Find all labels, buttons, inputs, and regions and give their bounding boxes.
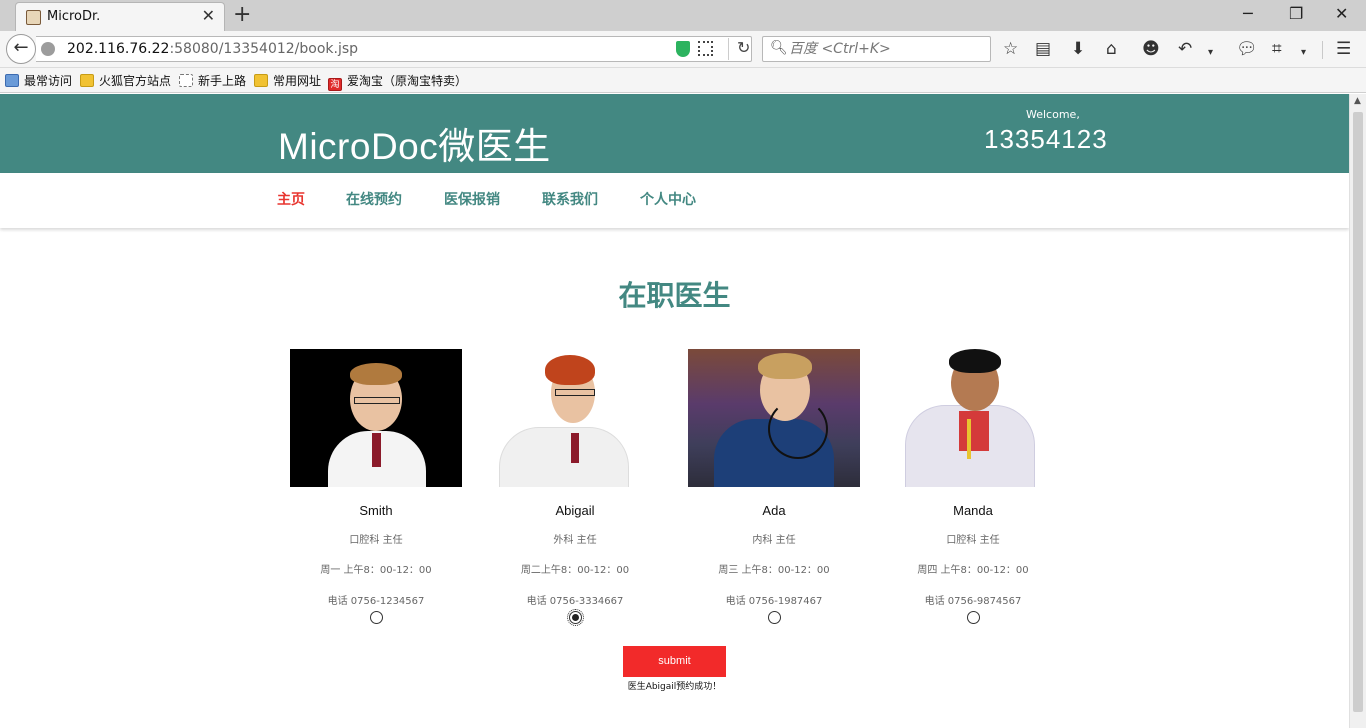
blank-page-icon xyxy=(179,74,193,87)
taobao-icon: 淘 xyxy=(328,78,342,91)
bookmark-most-visited[interactable]: 最常访问 xyxy=(5,72,72,89)
success-message: 医生Abigail预约成功！ xyxy=(627,682,722,692)
doctor-department: 外科 主任 xyxy=(553,535,597,546)
doctor-phone: 电话 0756-9874567 xyxy=(924,596,1022,607)
download-icon[interactable]: ⬇ xyxy=(1071,39,1085,59)
doctor-name: Abigail xyxy=(555,503,595,518)
scroll-up-icon[interactable]: ▲ xyxy=(1354,96,1361,106)
bookmark-getting-started[interactable]: 新手上路 xyxy=(179,72,246,89)
page-title: 在职医生 xyxy=(618,279,731,312)
qr-code-icon[interactable] xyxy=(698,41,713,56)
new-tab-icon[interactable]: + xyxy=(233,3,251,27)
bookmark-label: 最常访问 xyxy=(24,74,73,88)
folder-icon xyxy=(254,74,268,87)
toolbar-separator xyxy=(1322,41,1323,59)
page-favicon-icon xyxy=(26,10,41,25)
reload-icon[interactable]: ↻ xyxy=(728,38,750,60)
globe-icon xyxy=(41,42,55,56)
doctor-department: 口腔科 主任 xyxy=(946,535,1000,546)
doctor-photo xyxy=(688,349,860,487)
doctor-name: Manda xyxy=(953,503,993,518)
chat-icon[interactable]: 💬︎ xyxy=(1236,39,1258,59)
doctor-department: 内科 主任 xyxy=(752,535,796,546)
window-close-icon[interactable]: ✕ xyxy=(1335,4,1348,23)
undo-icon[interactable]: ↶ xyxy=(1178,39,1192,59)
url-bar[interactable]: 202.116.76.22:58080/13354012/book.jsp ↻ xyxy=(36,36,752,62)
doctor-radio[interactable] xyxy=(767,611,781,624)
doctor-card: Abigail 外科 主任 周二上午8：00-12：00 电话 0756-333… xyxy=(489,349,661,628)
browser-tab[interactable]: MicroDr. ✕ xyxy=(15,2,225,31)
doctor-phone: 电话 0756-1234567 xyxy=(327,596,425,607)
doctor-radio[interactable] xyxy=(966,611,980,624)
doctor-hours: 周二上午8：00-12：00 xyxy=(520,565,630,576)
bookmark-label: 火狐官方站点 xyxy=(99,74,172,88)
doctor-card: Manda 口腔科 主任 周四 上午8：00-12：00 电话 0756-987… xyxy=(887,349,1059,628)
reading-list-icon[interactable]: ▤ xyxy=(1035,39,1051,59)
submit-button[interactable]: submit xyxy=(623,646,726,677)
emoji-icon[interactable]: ☻ xyxy=(1142,39,1160,59)
bookmark-aitaobao[interactable]: 淘爱淘宝（原淘宝特卖） xyxy=(328,72,468,91)
home-icon[interactable]: ⌂ xyxy=(1106,39,1117,59)
browser-tabbar: MicroDr. ✕ + ─ ❐ ✕ xyxy=(0,0,1366,31)
search-icon: 🔍︎ xyxy=(770,40,788,56)
bookmarks-bar: 最常访问 火狐官方站点 新手上路 常用网址 淘爱淘宝（原淘宝特卖） xyxy=(0,68,1366,93)
url-path: :58080/13354012/book.jsp xyxy=(169,41,359,57)
crop-icon[interactable]: ⌗ xyxy=(1272,39,1282,59)
back-icon[interactable]: ← xyxy=(6,34,36,64)
site-logo[interactable]: MicroDoc微医生 xyxy=(278,116,551,170)
nav-insurance[interactable]: 医保报销 xyxy=(444,189,500,209)
page-scrollbar[interactable]: ▲ xyxy=(1349,94,1366,728)
doctor-hours: 周三 上午8：00-12：00 xyxy=(718,565,830,576)
bookmark-common-sites[interactable]: 常用网址 xyxy=(254,72,321,89)
username: 13354123 xyxy=(984,124,1108,154)
doctor-photo xyxy=(887,349,1059,487)
crop-dropdown-icon[interactable]: ▾ xyxy=(1301,43,1306,63)
doctor-hours: 周一 上午8：00-12：00 xyxy=(320,565,432,576)
search-input[interactable] xyxy=(789,37,987,61)
doctor-phone: 电话 0756-3334667 xyxy=(526,596,624,607)
undo-dropdown-icon[interactable]: ▾ xyxy=(1208,43,1213,63)
most-visited-icon xyxy=(5,74,19,87)
nav-home[interactable]: 主页 xyxy=(277,189,305,209)
doctor-department: 口腔科 主任 xyxy=(349,535,403,546)
scrollbar-thumb[interactable] xyxy=(1353,112,1363,712)
doctor-name: Ada xyxy=(762,503,786,518)
shield-icon[interactable] xyxy=(676,41,690,57)
search-bar[interactable]: 🔍︎ xyxy=(762,36,991,62)
doctor-card: Smith 口腔科 主任 周一 上午8：00-12：00 电话 0756-123… xyxy=(290,349,462,628)
url-host: 202.116.76.22 xyxy=(67,41,170,57)
browser-navbar: ← 202.116.76.22:58080/13354012/book.jsp … xyxy=(0,31,1366,68)
welcome-text: Welcome, xyxy=(1026,108,1080,121)
menu-icon[interactable]: ☰ xyxy=(1336,39,1351,59)
bookmark-label: 爱淘宝（原淘宝特卖） xyxy=(347,74,468,88)
doctor-photo xyxy=(290,349,462,487)
doctor-radio[interactable] xyxy=(566,609,584,626)
tab-title: MicroDr. xyxy=(47,9,101,24)
doctor-card: Ada 内科 主任 周三 上午8：00-12：00 电话 0756-198746… xyxy=(688,349,860,628)
url-text[interactable]: 202.116.76.22:58080/13354012/book.jsp xyxy=(67,41,358,57)
doctor-name: Smith xyxy=(359,503,393,518)
minimize-icon[interactable]: ─ xyxy=(1243,4,1253,23)
doctor-radio[interactable] xyxy=(369,611,383,624)
page-viewport: MicroDoc微医生 Welcome, 13354123 主页 在线预约 医保… xyxy=(0,94,1349,728)
bookmark-firefox-site[interactable]: 火狐官方站点 xyxy=(80,72,171,89)
nav-contact[interactable]: 联系我们 xyxy=(542,189,598,209)
site-header: MicroDoc微医生 Welcome, 13354123 xyxy=(0,94,1349,173)
close-tab-icon[interactable]: ✕ xyxy=(202,7,215,25)
doctor-photo xyxy=(489,349,661,487)
folder-icon xyxy=(80,74,94,87)
restore-icon[interactable]: ❐ xyxy=(1289,4,1303,23)
nav-profile[interactable]: 个人中心 xyxy=(640,189,696,209)
site-nav: 主页 在线预约 医保报销 联系我们 个人中心 xyxy=(0,173,1349,228)
doctor-phone: 电话 0756-1987467 xyxy=(725,596,823,607)
bookmark-label: 常用网址 xyxy=(273,74,322,88)
doctor-hours: 周四 上午8：00-12：00 xyxy=(917,565,1029,576)
bookmark-star-icon[interactable]: ☆ xyxy=(1003,39,1018,59)
nav-online-booking[interactable]: 在线预约 xyxy=(346,189,402,209)
bookmark-label: 新手上路 xyxy=(198,74,247,88)
